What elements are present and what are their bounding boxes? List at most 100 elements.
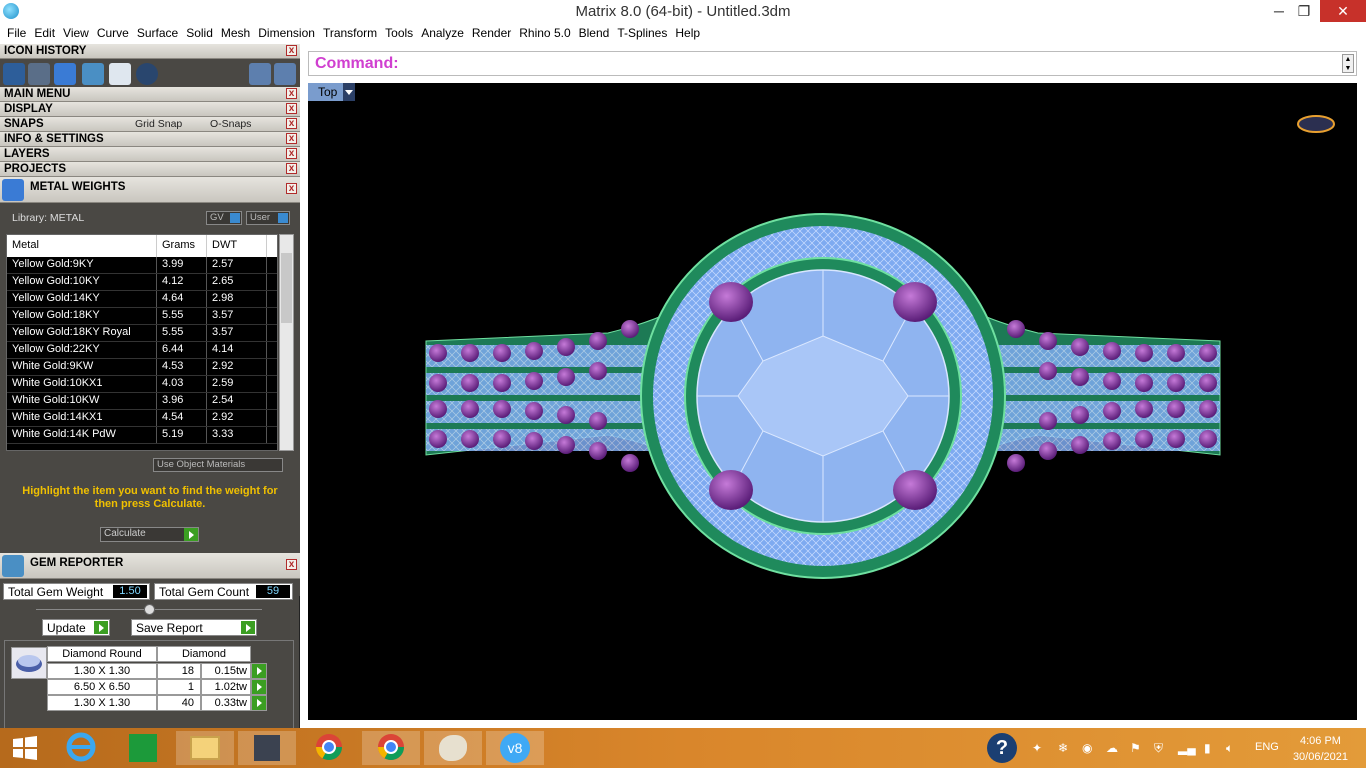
info-settings-header[interactable]: INFO & SETTINGS x [0,132,300,147]
report-icon[interactable] [82,63,104,85]
snowflake-icon[interactable]: ❄ [1058,741,1068,755]
gem-row[interactable]: 6.50 X 6.50 1 1.02tw [47,679,267,695]
menu-edit[interactable]: Edit [31,23,60,44]
close-icon[interactable]: x [286,133,297,144]
table-row[interactable]: Yellow Gold:14KY 4.64 2.98 [7,291,277,308]
menu-blend[interactable]: Blend [576,23,615,44]
record-icon[interactable] [136,63,158,85]
close-icon[interactable]: x [286,163,297,174]
menu-dimension[interactable]: Dimension [255,23,320,44]
menu-help[interactable]: Help [672,23,705,44]
menu-solid[interactable]: Solid [183,23,218,44]
table-row[interactable]: White Gold:14K PdW 5.19 3.33 [7,427,277,444]
viewport-top[interactable]: Top [308,83,1357,720]
save-report-button[interactable]: Save Report [131,619,257,636]
menu-surface[interactable]: Surface [134,23,183,44]
store-icon[interactable] [114,731,172,765]
transform-icon[interactable] [28,63,50,85]
menu-tools[interactable]: Tools [382,23,418,44]
calculate-button[interactable]: Calculate [100,527,199,542]
chrome-icon[interactable] [300,731,358,765]
close-icon[interactable]: x [286,45,297,56]
user-toggle[interactable]: User [246,211,290,225]
close-icon[interactable]: x [286,88,297,99]
chrome-profile-icon[interactable] [362,731,420,765]
table-row[interactable]: White Gold:10KX1 4.03 2.59 [7,376,277,393]
menu-mesh[interactable]: Mesh [218,23,255,44]
table-row[interactable]: Yellow Gold:9KY 3.99 2.57 [7,257,277,274]
menu-rhino[interactable]: Rhino 5.0 [516,23,575,44]
metal-grams: 4.53 [157,359,207,375]
icon-history-header[interactable]: ICON HISTORY x [0,44,300,59]
help-icon[interactable]: ? [987,733,1017,763]
table-row[interactable]: White Gold:10KW 3.96 2.54 [7,393,277,410]
table-row[interactable]: Yellow Gold:22KY 6.44 4.14 [7,342,277,359]
paint-icon[interactable] [424,731,482,765]
menu-view[interactable]: View [60,23,94,44]
menu-curve[interactable]: Curve [94,23,134,44]
main-menu-header[interactable]: MAIN MENU x [0,87,300,102]
beats-icon[interactable]: ◉ [1082,741,1092,755]
table-row[interactable]: Yellow Gold:10KY 4.12 2.65 [7,274,277,291]
update-button[interactable]: Update [42,619,110,636]
flag-icon[interactable]: ⚑ [1130,741,1141,755]
matrix-taskbar-icon[interactable] [238,731,296,765]
table-row[interactable]: White Gold:14KX1 4.54 2.92 [7,410,277,427]
view-widget-icon[interactable] [1297,115,1335,133]
gv-toggle[interactable]: GV [206,211,242,225]
restore-button[interactable]: ❐ [1286,0,1322,22]
copy-icon[interactable] [109,63,131,85]
gem-row[interactable]: 1.30 X 1.30 18 0.15tw [47,663,267,679]
close-icon[interactable]: x [286,183,297,194]
save-icon[interactable] [3,63,25,85]
use-object-materials-toggle[interactable]: Use Object Materials [153,458,283,472]
language-indicator[interactable]: ENG [1255,741,1279,753]
command-scroll[interactable]: ▲ ▼ [1342,54,1354,73]
command-bar[interactable]: Command: ▲ ▼ [308,51,1357,76]
internet-explorer-icon[interactable] [52,731,110,765]
menu-render[interactable]: Render [469,23,516,44]
play-arrow-icon[interactable] [251,663,267,679]
close-button[interactable]: ✕ [1320,0,1366,22]
menu-file[interactable]: File [4,23,31,44]
scrollbar-thumb[interactable] [281,253,292,323]
windows-start-icon[interactable] [0,731,50,765]
menu-tsplines[interactable]: T-Splines [614,23,672,44]
column-grams[interactable]: Grams [157,235,207,257]
back-arrow-icon[interactable] [249,63,271,85]
close-icon[interactable]: x [286,103,297,114]
cloud-icon[interactable]: ☁ [1106,741,1118,755]
table-row[interactable]: Yellow Gold:18KY Royal 5.55 3.57 [7,325,277,342]
layers-header[interactable]: LAYERS x [0,147,300,162]
gem-slider-knob[interactable] [144,604,155,615]
column-metal[interactable]: Metal [7,235,157,257]
close-icon[interactable]: x [286,559,297,570]
close-icon[interactable]: x [286,148,297,159]
gem-icon[interactable] [54,63,76,85]
clock-time: 4:06 PM [1299,735,1341,747]
forward-arrow-icon[interactable] [274,63,296,85]
matrix-v8-icon[interactable]: v8 [486,731,544,765]
network-app-icon[interactable]: ✦ [1032,741,1042,755]
menu-transform[interactable]: Transform [320,23,382,44]
battery-icon[interactable]: ▮ [1204,741,1211,755]
shield-icon[interactable]: ⛨ [1154,741,1163,756]
signal-icon[interactable]: ▂▄ [1178,741,1196,755]
system-clock[interactable]: 4:06 PM 30/06/2021 [1293,733,1348,765]
gem-row[interactable]: 1.30 X 1.30 40 0.33tw [47,695,267,711]
table-row[interactable]: White Gold:9KW 4.53 2.92 [7,359,277,376]
table-row[interactable]: Yellow Gold:18KY 5.55 3.57 [7,308,277,325]
menu-analyze[interactable]: Analyze [418,23,469,44]
file-explorer-icon[interactable] [176,731,234,765]
column-dwt[interactable]: DWT [207,235,267,257]
play-arrow-icon[interactable] [251,695,267,711]
grid-snap-label[interactable]: Grid Snap [135,117,182,131]
metal-table-scrollbar[interactable] [279,234,294,451]
display-header[interactable]: DISPLAY x [0,102,300,117]
projects-header[interactable]: PROJECTS x [0,162,300,177]
volume-icon[interactable]: 🔈︎ [1226,741,1233,756]
close-icon[interactable]: x [286,118,297,129]
o-snaps-label[interactable]: O-Snaps [210,117,251,131]
snaps-header[interactable]: SNAPS Grid Snap O-Snaps x [0,117,300,132]
play-arrow-icon[interactable] [251,679,267,695]
